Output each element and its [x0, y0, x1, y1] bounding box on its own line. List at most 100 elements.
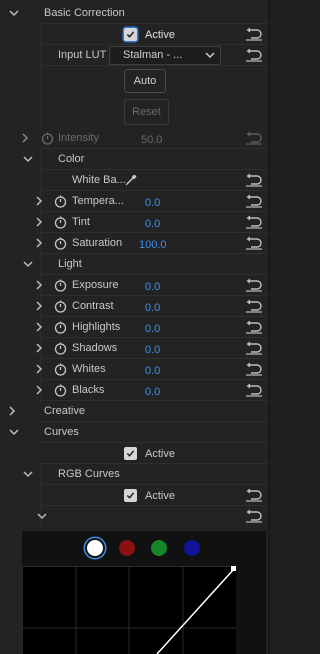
- light-title: Light: [58, 258, 82, 270]
- creative-header[interactable]: Creative: [0, 401, 268, 422]
- active-label: Active: [145, 29, 175, 41]
- stopwatch-icon[interactable]: [54, 363, 67, 376]
- tint-row: Tint 0.0: [0, 212, 268, 233]
- curves-active-checkbox[interactable]: [124, 447, 137, 460]
- saturation-label: Saturation: [72, 237, 123, 249]
- eyedropper-icon[interactable]: [124, 173, 138, 187]
- chevron-down-icon[interactable]: [21, 467, 35, 481]
- chevron-down-icon[interactable]: [7, 425, 21, 439]
- blacks-label: Blacks: [72, 384, 105, 396]
- reset-icon[interactable]: [245, 278, 263, 292]
- curves-title: Curves: [44, 426, 79, 438]
- red-channel-button[interactable]: [119, 540, 135, 556]
- stopwatch-icon[interactable]: [54, 384, 67, 397]
- reset-icon[interactable]: [245, 488, 263, 502]
- stopwatch-icon[interactable]: [54, 237, 67, 250]
- whites-label: Whites: [72, 363, 106, 375]
- highlights-label: Highlights: [72, 321, 121, 333]
- blacks-row: Blacks 0.0: [0, 380, 268, 401]
- chevron-right-icon[interactable]: [32, 236, 46, 250]
- saturation-row: Saturation 100.0: [0, 233, 268, 254]
- reset-icon[interactable]: [245, 194, 263, 208]
- chevron-right-icon[interactable]: [32, 320, 46, 334]
- chevron-down-icon: [205, 52, 215, 59]
- reset-icon[interactable]: [245, 383, 263, 397]
- exposure-value[interactable]: 0.0: [145, 281, 160, 293]
- creative-title: Creative: [44, 405, 85, 417]
- chevron-right-icon[interactable]: [32, 383, 46, 397]
- timeline-area: [268, 0, 320, 654]
- white-channel-button[interactable]: [87, 540, 103, 556]
- exposure-row: Exposure 0.0: [0, 275, 268, 296]
- stopwatch-icon[interactable]: [54, 195, 67, 208]
- reset-icon[interactable]: [245, 509, 263, 523]
- curve-point: [231, 566, 236, 571]
- rgb-curves-active-row: Active: [0, 485, 268, 506]
- curves-active-label: Active: [145, 448, 175, 460]
- chevron-right-icon[interactable]: [32, 362, 46, 376]
- color-title: Color: [58, 153, 85, 165]
- stopwatch-icon[interactable]: [54, 342, 67, 355]
- chevron-right-icon[interactable]: [32, 341, 46, 355]
- curve-graph[interactable]: [22, 566, 236, 654]
- reset-button[interactable]: Reset: [124, 99, 169, 125]
- contrast-row: Contrast 0.0: [0, 296, 268, 317]
- stopwatch-icon[interactable]: [41, 132, 54, 145]
- rgb-curves-active-checkbox[interactable]: [124, 489, 137, 502]
- reset-icon[interactable]: [245, 215, 263, 229]
- highlights-row: Highlights 0.0: [0, 317, 268, 338]
- whites-value[interactable]: 0.0: [145, 365, 160, 377]
- curves-header[interactable]: Curves: [0, 422, 268, 443]
- chevron-down-icon[interactable]: [21, 257, 35, 271]
- green-channel-button[interactable]: [151, 540, 167, 556]
- reset-icon[interactable]: [245, 27, 263, 41]
- reset-icon[interactable]: [245, 173, 263, 187]
- chevron-right-icon[interactable]: [32, 194, 46, 208]
- basic-correction-header[interactable]: Basic Correction: [0, 3, 268, 24]
- stopwatch-icon[interactable]: [54, 279, 67, 292]
- input-lut-value: Stalman - ...: [123, 49, 183, 61]
- reset-icon[interactable]: [245, 131, 263, 145]
- chevron-right-icon[interactable]: [32, 299, 46, 313]
- reset-icon[interactable]: [245, 299, 263, 313]
- tint-value[interactable]: 0.0: [145, 218, 160, 230]
- white-balance-label: White Ba...: [72, 174, 126, 186]
- whites-row: Whites 0.0: [0, 359, 268, 380]
- rgb-curves-editor-row: [0, 506, 268, 527]
- highlights-value[interactable]: 0.0: [145, 323, 160, 335]
- stopwatch-icon[interactable]: [54, 321, 67, 334]
- chevron-right-icon[interactable]: [32, 278, 46, 292]
- shadows-value[interactable]: 0.0: [145, 344, 160, 356]
- intensity-row: Intensity 50.0: [0, 128, 268, 149]
- chevron-right-icon[interactable]: [5, 404, 19, 418]
- chevron-right-icon[interactable]: [18, 131, 32, 145]
- active-checkbox[interactable]: [124, 28, 137, 41]
- reset-icon[interactable]: [245, 236, 263, 250]
- temperature-row: Tempera... 0.0: [0, 191, 268, 212]
- temperature-value[interactable]: 0.0: [145, 197, 160, 209]
- input-lut-dropdown[interactable]: Stalman - ...: [109, 46, 221, 65]
- chevron-down-icon[interactable]: [35, 509, 49, 523]
- contrast-value[interactable]: 0.0: [145, 302, 160, 314]
- input-lut-label: Input LUT: [58, 49, 107, 61]
- chevron-down-icon[interactable]: [21, 152, 35, 166]
- blacks-value[interactable]: 0.0: [145, 386, 160, 398]
- intensity-value[interactable]: 50.0: [141, 134, 162, 146]
- temperature-label: Tempera...: [72, 195, 124, 207]
- chevron-right-icon[interactable]: [32, 215, 46, 229]
- reset-icon[interactable]: [245, 341, 263, 355]
- shadows-label: Shadows: [72, 342, 118, 354]
- reset-icon[interactable]: [245, 362, 263, 376]
- chevron-down-icon[interactable]: [7, 6, 21, 20]
- shadows-row: Shadows 0.0: [0, 338, 268, 359]
- reset-icon[interactable]: [245, 320, 263, 334]
- reset-icon[interactable]: [245, 48, 263, 62]
- stopwatch-icon[interactable]: [54, 300, 67, 313]
- rgb-curves-header[interactable]: RGB Curves: [0, 464, 268, 485]
- light-header[interactable]: Light: [0, 254, 268, 275]
- blue-channel-button[interactable]: [184, 540, 200, 556]
- color-header[interactable]: Color: [0, 149, 268, 170]
- auto-button[interactable]: Auto: [124, 69, 166, 93]
- saturation-value[interactable]: 100.0: [139, 239, 167, 251]
- stopwatch-icon[interactable]: [54, 216, 67, 229]
